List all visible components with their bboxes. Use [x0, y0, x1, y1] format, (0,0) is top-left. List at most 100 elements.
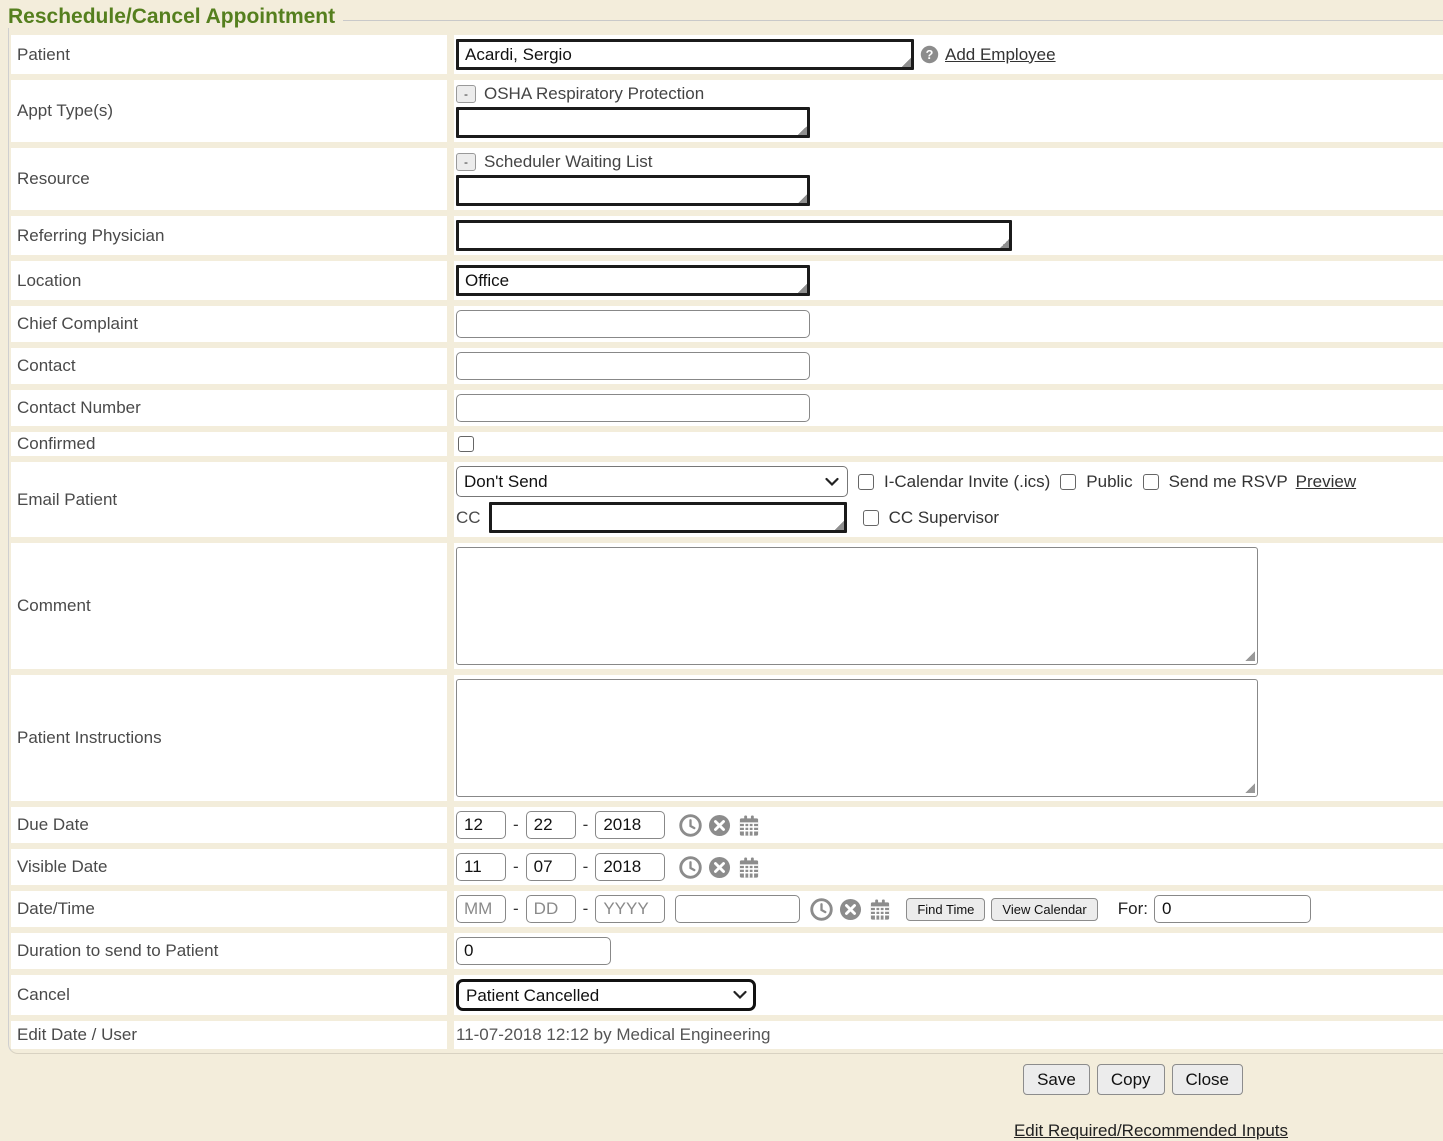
row-comment: Comment: [11, 543, 1443, 669]
row-patient: Patient ? Add Employee: [11, 35, 1443, 74]
add-employee-link[interactable]: Add Employee: [945, 45, 1056, 65]
location-input[interactable]: [456, 265, 810, 296]
cancel-reason-select[interactable]: Patient Cancelled: [456, 979, 756, 1011]
datetime-month-input[interactable]: [456, 895, 506, 923]
referring-physician-label: Referring Physician: [11, 216, 447, 255]
save-button[interactable]: Save: [1023, 1064, 1090, 1095]
patient-instructions-label: Patient Instructions: [11, 675, 447, 801]
datetime-year-input[interactable]: [595, 895, 665, 923]
appt-types-label: Appt Type(s): [11, 80, 447, 142]
datetime-time-input[interactable]: [675, 895, 800, 923]
row-location: Location: [11, 261, 1443, 300]
send-rsvp-label: Send me RSVP: [1169, 472, 1288, 492]
location-label: Location: [11, 261, 447, 300]
appt-collapse-button[interactable]: -: [456, 85, 476, 103]
row-confirmed: Confirmed: [11, 432, 1443, 456]
patient-instructions-textarea[interactable]: [456, 679, 1258, 797]
resource-input[interactable]: [456, 175, 810, 206]
clock-icon[interactable]: [679, 856, 702, 879]
clear-date-icon[interactable]: [839, 898, 862, 921]
due-date-year-input[interactable]: [595, 811, 665, 839]
due-date-label: Due Date: [11, 807, 447, 843]
resource-collapse-button[interactable]: -: [456, 153, 476, 171]
footer-actions: Save Copy Close: [0, 1064, 1443, 1095]
row-referring-physician: Referring Physician: [11, 216, 1443, 255]
send-rsvp-checkbox[interactable]: [1143, 474, 1159, 490]
clock-icon[interactable]: [810, 898, 833, 921]
row-duration: Duration to send to Patient: [11, 933, 1443, 969]
confirmed-label: Confirmed: [11, 432, 447, 456]
calendar-icon[interactable]: [737, 814, 761, 837]
row-email-patient: Email Patient Don't Send I-Calendar Invi…: [11, 462, 1443, 537]
cc-input[interactable]: [489, 502, 847, 533]
row-appt-types: Appt Type(s) - OSHA Respiratory Protecti…: [11, 80, 1443, 142]
clock-icon[interactable]: [679, 814, 702, 837]
cc-label: CC: [456, 508, 481, 528]
edit-required-inputs-link[interactable]: Edit Required/Recommended Inputs: [1014, 1121, 1288, 1140]
public-checkbox[interactable]: [1060, 474, 1076, 490]
date-separator: -: [513, 815, 519, 835]
visible-date-label: Visible Date: [11, 849, 447, 885]
resource-selected-text: Scheduler Waiting List: [484, 152, 653, 172]
visible-date-day-input[interactable]: [526, 853, 576, 881]
edit-date-user-value: 11-07-2018 12:12 by Medical Engineering: [456, 1025, 770, 1045]
visible-date-year-input[interactable]: [595, 853, 665, 881]
clear-date-icon[interactable]: [708, 814, 731, 837]
find-time-button[interactable]: Find Time: [906, 898, 985, 921]
row-due-date: Due Date - -: [11, 807, 1443, 843]
chief-complaint-label: Chief Complaint: [11, 306, 447, 342]
chief-complaint-input[interactable]: [456, 310, 810, 338]
cancel-label: Cancel: [11, 975, 447, 1015]
email-send-select[interactable]: Don't Send: [456, 466, 848, 497]
row-visible-date: Visible Date --: [11, 849, 1443, 885]
comment-label: Comment: [11, 543, 447, 669]
due-date-month-input[interactable]: [456, 811, 506, 839]
date-separator: -: [583, 815, 589, 835]
datetime-label: Date/Time: [11, 891, 447, 927]
datetime-day-input[interactable]: [526, 895, 576, 923]
contact-number-label: Contact Number: [11, 390, 447, 426]
svg-text:?: ?: [926, 48, 934, 62]
date-separator: -: [583, 899, 589, 919]
fieldset-border-line: [343, 20, 1443, 21]
visible-date-month-input[interactable]: [456, 853, 506, 881]
help-icon[interactable]: ?: [920, 45, 939, 64]
due-date-day-input[interactable]: [526, 811, 576, 839]
view-calendar-button[interactable]: View Calendar: [991, 898, 1097, 921]
calendar-icon[interactable]: [737, 856, 761, 879]
clear-date-icon[interactable]: [708, 856, 731, 879]
row-edit-date-user: Edit Date / User 11-07-2018 12:12 by Med…: [11, 1021, 1443, 1049]
row-contact: Contact: [11, 348, 1443, 384]
close-button[interactable]: Close: [1172, 1064, 1243, 1095]
contact-input[interactable]: [456, 352, 810, 380]
for-input[interactable]: [1154, 895, 1311, 923]
email-patient-label: Email Patient: [11, 462, 447, 537]
ical-invite-checkbox[interactable]: [858, 474, 874, 490]
contact-number-input[interactable]: [456, 394, 810, 422]
row-datetime: Date/Time -- Find Time View Calendar For…: [11, 891, 1443, 927]
ical-invite-label: I-Calendar Invite (.ics): [884, 472, 1050, 492]
calendar-icon[interactable]: [868, 898, 892, 921]
preview-link[interactable]: Preview: [1296, 472, 1356, 492]
copy-button[interactable]: Copy: [1097, 1064, 1165, 1095]
cc-supervisor-checkbox[interactable]: [863, 510, 879, 526]
duration-label: Duration to send to Patient: [11, 933, 447, 969]
for-label: For:: [1118, 899, 1148, 919]
patient-label: Patient: [11, 35, 447, 74]
appt-type-input[interactable]: [456, 107, 810, 138]
edit-date-user-label: Edit Date / User: [11, 1021, 447, 1049]
row-resource: Resource - Scheduler Waiting List: [11, 148, 1443, 210]
appt-selected-text: OSHA Respiratory Protection: [484, 84, 704, 104]
page-title: Reschedule/Cancel Appointment: [8, 6, 335, 28]
contact-label: Contact: [11, 348, 447, 384]
form-header: Reschedule/Cancel Appointment: [0, 0, 1443, 28]
row-chief-complaint: Chief Complaint: [11, 306, 1443, 342]
public-label: Public: [1086, 472, 1132, 492]
footer-link-row: Edit Required/Recommended Inputs: [0, 1121, 1443, 1141]
duration-input[interactable]: [456, 937, 611, 965]
patient-input[interactable]: [456, 39, 914, 70]
comment-textarea[interactable]: [456, 547, 1258, 665]
cc-supervisor-label: CC Supervisor: [889, 508, 1000, 528]
referring-physician-input[interactable]: [456, 220, 1012, 251]
confirmed-checkbox[interactable]: [458, 436, 474, 452]
